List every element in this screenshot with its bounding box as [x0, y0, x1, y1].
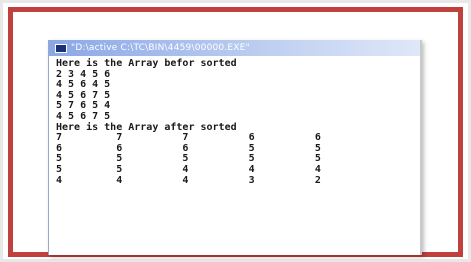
window-title: "D:\active C:\TC\BIN\4459\00000.EXE" — [71, 43, 250, 53]
output-line: 5 5 4 4 4 — [56, 163, 321, 175]
title-bar[interactable]: "D:\active C:\TC\BIN\4459\00000.EXE" — [49, 40, 420, 56]
output-line: 4 4 4 3 2 — [56, 174, 321, 186]
output-line: 4 5 6 7 5 — [56, 110, 111, 122]
output-line: 4 5 6 7 5 — [56, 89, 111, 101]
console-window[interactable]: "D:\active C:\TC\BIN\4459\00000.EXE" Her… — [48, 40, 422, 255]
output-line: Here is the Array befor sorted — [56, 58, 237, 69]
output-line: 5 7 6 5 4 — [56, 100, 111, 112]
console-icon — [55, 43, 67, 53]
output-line: 4 5 6 4 5 — [56, 79, 111, 91]
console-output: Here is the Array befor sorted 2 3 4 5 6… — [49, 56, 420, 186]
output-line: 2 3 4 5 6 — [56, 68, 111, 80]
